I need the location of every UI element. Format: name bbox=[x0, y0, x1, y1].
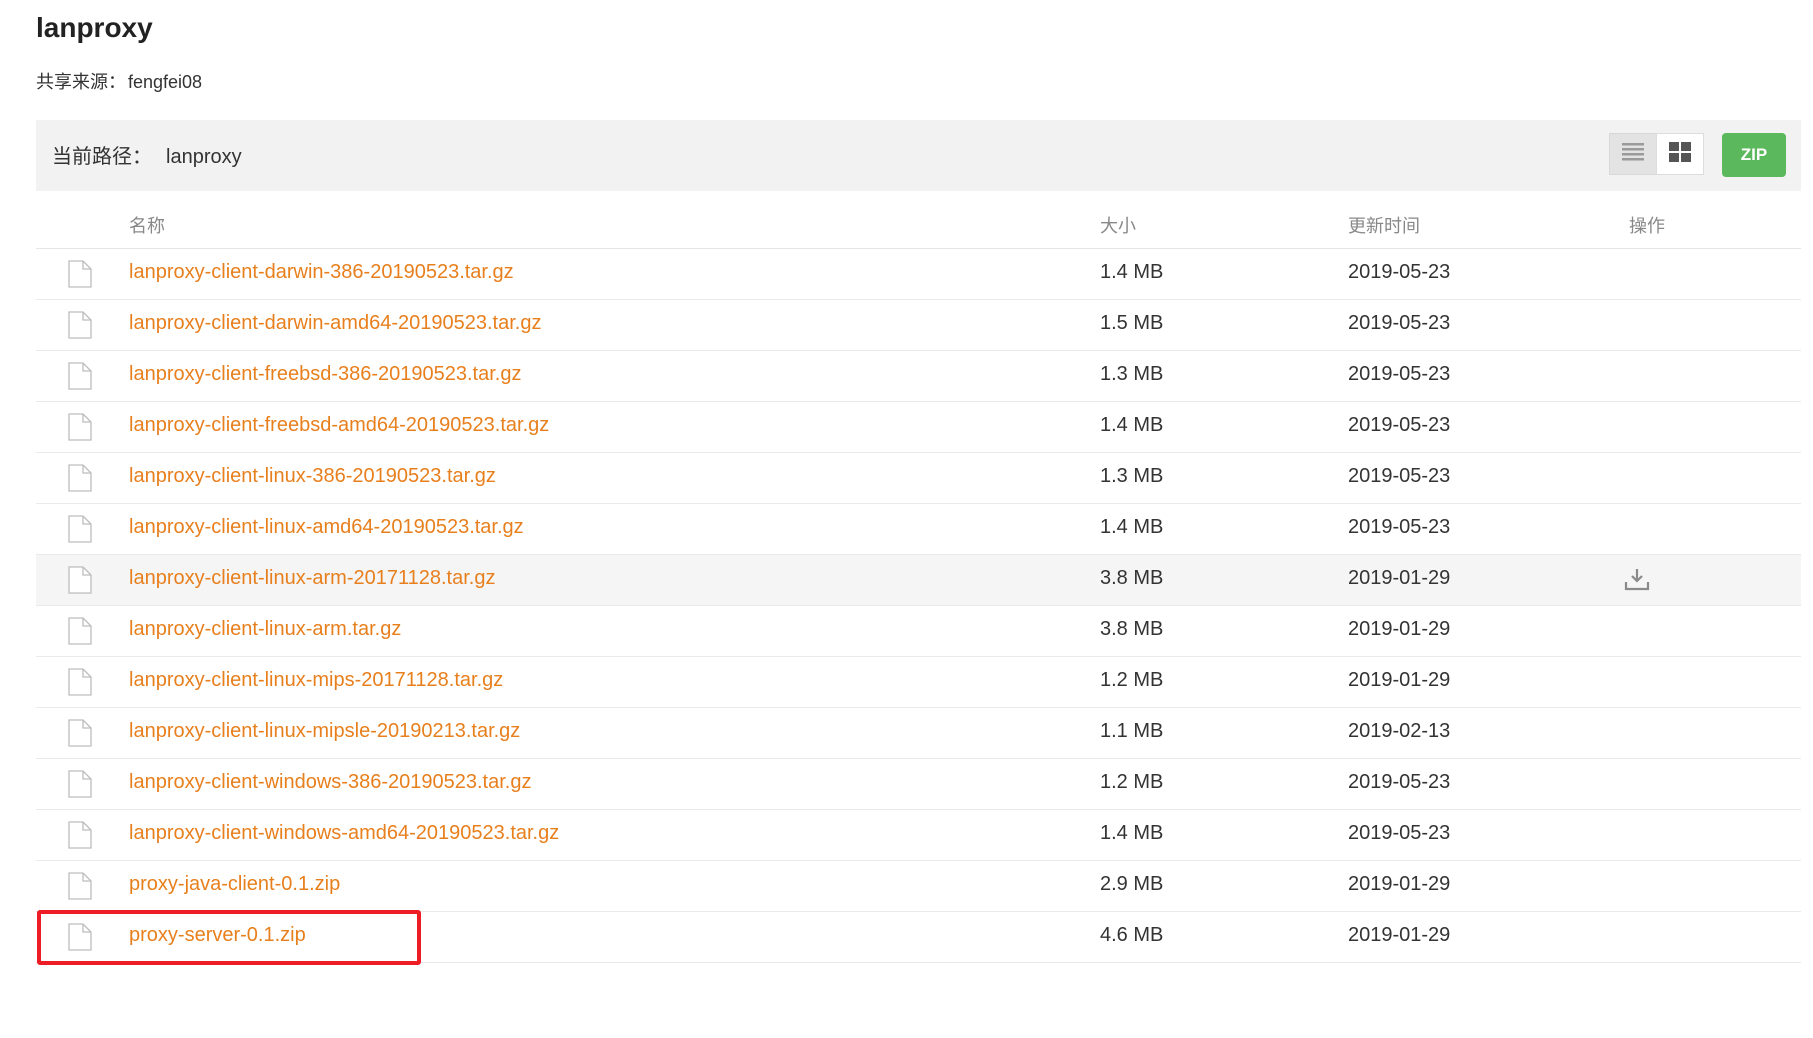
table-body: lanproxy-client-darwin-386-20190523.tar.… bbox=[36, 249, 1801, 963]
file-name-link[interactable]: lanproxy-client-linux-386-20190523.tar.g… bbox=[129, 465, 496, 488]
table-row[interactable]: proxy-java-client-0.1.zip 2.9 MB 2019-01-2… bbox=[36, 861, 1801, 912]
table-row[interactable]: lanproxy-client-windows-amd64-20190523.t… bbox=[36, 810, 1801, 861]
table-row[interactable]: lanproxy-client-darwin-amd64-20190523.ta… bbox=[36, 300, 1801, 351]
file-size: 3.8 MB bbox=[1100, 567, 1164, 589]
column-header-date[interactable]: 更新时间 bbox=[1348, 212, 1420, 238]
file-icon bbox=[68, 413, 92, 447]
file-size: 1.2 MB bbox=[1100, 771, 1164, 793]
file-name-link[interactable]: lanproxy-client-darwin-386-20190523.tar.… bbox=[129, 261, 514, 284]
list-view-button[interactable] bbox=[1609, 133, 1657, 175]
file-icon bbox=[68, 566, 92, 600]
file-date: 2019-01-29 bbox=[1348, 669, 1451, 691]
column-header-operation: 操作 bbox=[1629, 216, 1665, 236]
table-row[interactable]: lanproxy-client-freebsd-386-20190523.tar… bbox=[36, 351, 1801, 402]
column-header-size[interactable]: 大小 bbox=[1100, 212, 1136, 238]
file-size: 1.4 MB bbox=[1100, 414, 1164, 436]
file-size: 1.4 MB bbox=[1100, 822, 1164, 844]
file-date: 2019-01-29 bbox=[1348, 873, 1451, 895]
table-row[interactable]: lanproxy-client-linux-mips-20171128.tar.… bbox=[36, 657, 1801, 708]
download-icon[interactable] bbox=[1624, 567, 1650, 597]
file-name-link[interactable]: lanproxy-client-linux-arm-20171128.tar.g… bbox=[129, 567, 495, 590]
file-date: 2019-01-29 bbox=[1348, 567, 1451, 589]
current-path-value: lanproxy bbox=[166, 146, 242, 168]
highlight-box bbox=[37, 910, 421, 965]
table-row[interactable]: lanproxy-client-linux-386-20190523.tar.g… bbox=[36, 453, 1801, 504]
table-row[interactable]: lanproxy-client-linux-amd64-20190523.tar… bbox=[36, 504, 1801, 555]
current-path-label: 当前路径： bbox=[52, 146, 152, 168]
file-size: 1.3 MB bbox=[1100, 465, 1164, 487]
grid-view-icon bbox=[1669, 141, 1691, 167]
list-view-icon bbox=[1622, 142, 1644, 166]
grid-view-button[interactable] bbox=[1656, 133, 1704, 175]
file-date: 2019-05-23 bbox=[1348, 414, 1451, 436]
file-date: 2019-05-23 bbox=[1348, 516, 1451, 538]
table-row[interactable]: lanproxy-client-freebsd-amd64-20190523.t… bbox=[36, 402, 1801, 453]
file-name-link[interactable]: lanproxy-client-freebsd-amd64-20190523.t… bbox=[129, 414, 549, 437]
file-size: 1.3 MB bbox=[1100, 363, 1164, 385]
file-icon bbox=[68, 872, 92, 906]
share-source: 共享来源： fengfei08 bbox=[36, 68, 202, 94]
share-source-label: 共享来源： bbox=[36, 72, 126, 92]
file-size: 4.6 MB bbox=[1100, 924, 1164, 946]
file-icon bbox=[68, 311, 92, 345]
table-row[interactable]: lanproxy-client-linux-arm.tar.gz 3.8 MB 20… bbox=[36, 606, 1801, 657]
file-icon bbox=[68, 260, 92, 294]
file-date: 2019-01-29 bbox=[1348, 924, 1451, 946]
file-icon bbox=[68, 770, 92, 804]
page-title: lanproxy bbox=[36, 12, 153, 43]
file-icon bbox=[68, 617, 92, 651]
file-size: 1.5 MB bbox=[1100, 312, 1164, 334]
file-name-link[interactable]: lanproxy-client-linux-arm.tar.gz bbox=[129, 618, 401, 641]
file-icon bbox=[68, 464, 92, 498]
current-path: 当前路径： lanproxy bbox=[52, 140, 242, 169]
file-icon bbox=[68, 668, 92, 702]
file-date: 2019-05-23 bbox=[1348, 822, 1451, 844]
file-size: 1.2 MB bbox=[1100, 669, 1164, 691]
file-icon bbox=[68, 719, 92, 753]
zip-download-button[interactable]: ZIP bbox=[1722, 133, 1786, 177]
file-icon bbox=[68, 362, 92, 396]
file-name-link[interactable]: lanproxy-client-freebsd-386-20190523.tar… bbox=[129, 363, 521, 386]
file-size: 2.9 MB bbox=[1100, 873, 1164, 895]
table-row[interactable]: lanproxy-client-linux-arm-20171128.tar.g… bbox=[36, 555, 1801, 606]
table-row[interactable]: lanproxy-client-windows-386-20190523.tar… bbox=[36, 759, 1801, 810]
table-row[interactable]: lanproxy-client-darwin-386-20190523.tar.… bbox=[36, 249, 1801, 300]
share-source-value: fengfei08 bbox=[128, 72, 203, 92]
file-size: 1.1 MB bbox=[1100, 720, 1164, 742]
file-date: 2019-05-23 bbox=[1348, 261, 1451, 283]
table-row[interactable]: lanproxy-client-linux-mipsle-20190213.ta… bbox=[36, 708, 1801, 759]
file-name-link[interactable]: proxy-java-client-0.1.zip bbox=[129, 873, 340, 896]
column-header-name[interactable]: 名称 bbox=[129, 212, 165, 238]
file-size: 1.4 MB bbox=[1100, 261, 1164, 283]
file-name-link[interactable]: lanproxy-client-darwin-amd64-20190523.ta… bbox=[129, 312, 541, 335]
file-date: 2019-05-23 bbox=[1348, 465, 1451, 487]
file-date: 2019-01-29 bbox=[1348, 618, 1451, 640]
file-date: 2019-02-13 bbox=[1348, 720, 1451, 742]
table-header: 名称 大小 更新时间 操作 bbox=[36, 200, 1801, 249]
file-name-link[interactable]: lanproxy-client-linux-amd64-20190523.tar… bbox=[129, 516, 524, 539]
file-name-link[interactable]: lanproxy-client-windows-386-20190523.tar… bbox=[129, 771, 531, 794]
file-date: 2019-05-23 bbox=[1348, 771, 1451, 793]
file-name-link[interactable]: lanproxy-client-linux-mips-20171128.tar.… bbox=[129, 669, 503, 692]
path-bar: 当前路径： lanproxy ZIP bbox=[36, 120, 1801, 191]
file-icon bbox=[68, 515, 92, 549]
file-date: 2019-05-23 bbox=[1348, 312, 1451, 334]
file-table: 名称 大小 更新时间 操作 lanproxy-client-darwin-386… bbox=[36, 200, 1801, 963]
file-date: 2019-05-23 bbox=[1348, 363, 1451, 385]
file-name-link[interactable]: lanproxy-client-windows-amd64-20190523.t… bbox=[129, 822, 559, 845]
view-toggle bbox=[1609, 133, 1704, 177]
file-name-link[interactable]: lanproxy-client-linux-mipsle-20190213.ta… bbox=[129, 720, 520, 743]
file-size: 3.8 MB bbox=[1100, 618, 1164, 640]
file-size: 1.4 MB bbox=[1100, 516, 1164, 538]
file-icon bbox=[68, 821, 92, 855]
